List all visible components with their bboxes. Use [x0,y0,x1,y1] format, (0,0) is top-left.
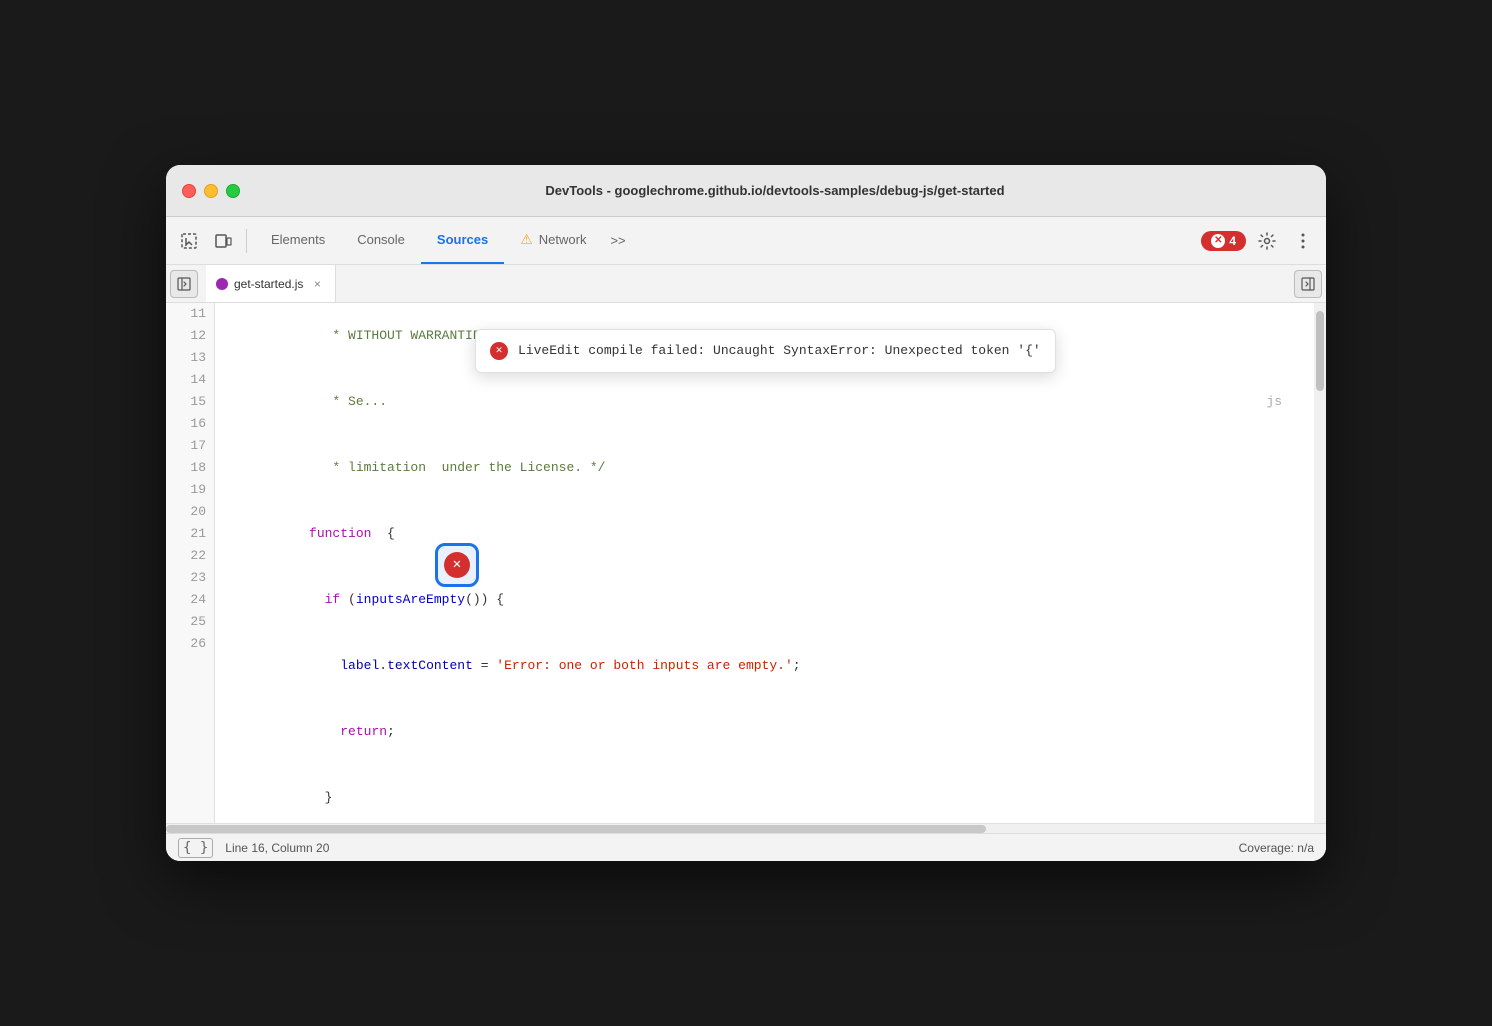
inline-error-icon: ✕ [444,552,470,578]
error-badge[interactable]: ✕ 4 [1201,231,1246,251]
more-tabs-button[interactable]: >> [602,217,633,264]
tab-network[interactable]: ⚠ Network [504,217,602,264]
error-x-icon: ✕ [1211,234,1225,248]
sidebar-toggle-button[interactable] [170,270,198,298]
coverage-status: Coverage: n/a [1239,841,1314,855]
statusbar: { } Line 16, Column 20 Coverage: n/a [166,833,1326,861]
collapse-right-button[interactable] [1294,270,1322,298]
file-tab-close-button[interactable]: × [309,276,325,292]
horizontal-scrollbar-thumb[interactable] [166,825,986,833]
scrollbar-thumb[interactable] [1316,311,1324,391]
pretty-print-icon[interactable]: { } [178,838,213,858]
line-num-11: 11 [166,303,214,325]
line-num-19: 19 [166,479,214,501]
line-num-16: 16 [166,413,214,435]
line-num-21: 21 [166,523,214,545]
more-options-icon[interactable] [1288,226,1318,256]
settings-icon[interactable] [1252,226,1282,256]
code-line-17: return; [215,699,1314,765]
line-num-20: 20 [166,501,214,523]
toolbar-right: ✕ 4 [1201,226,1318,256]
line-num-18: 18 [166,457,214,479]
line-num-26: 26 [166,633,214,655]
line-numbers: 11 12 13 14 15 16 17 18 19 20 21 22 23 2… [166,303,215,823]
file-tabs-bar: get-started.js × [166,265,1326,303]
file-tab-color-dot [216,278,228,290]
line-num-13: 13 [166,347,214,369]
tab-elements[interactable]: Elements [255,217,341,264]
devtools-body: Elements Console Sources ⚠ Network >> ✕ [166,217,1326,861]
code-line-14: function { [215,501,1314,567]
inspector-icon[interactable] [174,226,204,256]
code-line-16: label.textContent = 'Error: one or both … [215,633,1314,699]
titlebar: DevTools - googlechrome.github.io/devtoo… [166,165,1326,217]
code-line-18: } [215,765,1314,823]
line-num-25: 25 [166,611,214,633]
line-num-12: 12 [166,325,214,347]
line-num-17: 17 [166,435,214,457]
statusbar-right: Coverage: n/a [1239,841,1314,855]
tab-console[interactable]: Console [341,217,421,264]
close-button[interactable] [182,184,196,198]
code-editor[interactable]: ✕ LiveEdit compile failed: Uncaught Synt… [215,303,1314,823]
window-title: DevTools - googlechrome.github.io/devtoo… [240,183,1310,198]
traffic-lights [182,184,240,198]
code-line-15: if (inputsAreEmpty()) { [215,567,1314,633]
devtools-window: DevTools - googlechrome.github.io/devtoo… [166,165,1326,861]
code-line-12: * Se...js [215,369,1314,435]
line-num-24: 24 [166,589,214,611]
tab-sources[interactable]: Sources [421,217,504,264]
line-num-22: 22 [166,545,214,567]
warning-icon: ⚠ [520,231,533,248]
main-tabs: Elements Console Sources ⚠ Network >> [255,217,634,264]
statusbar-left: { } Line 16, Column 20 [178,838,329,858]
error-tooltip-icon: ✕ [490,342,508,360]
maximize-button[interactable] [226,184,240,198]
editor-area: 11 12 13 14 15 16 17 18 19 20 21 22 23 2… [166,303,1326,823]
line-num-15: 15 [166,391,214,413]
line-num-23: 23 [166,567,214,589]
code-line-13: * limitation under the License. */ [215,435,1314,501]
inline-error-marker: ✕ [435,543,479,587]
main-toolbar: Elements Console Sources ⚠ Network >> ✕ [166,217,1326,265]
file-tab-get-started[interactable]: get-started.js × [206,265,336,302]
file-tab-name: get-started.js [234,277,303,291]
device-toolbar-icon[interactable] [208,226,238,256]
cursor-position: Line 16, Column 20 [225,841,329,855]
error-tooltip: ✕ LiveEdit compile failed: Uncaught Synt… [475,329,1056,373]
line-num-14: 14 [166,369,214,391]
error-tooltip-message: LiveEdit compile failed: Uncaught Syntax… [518,340,1041,362]
minimize-button[interactable] [204,184,218,198]
vertical-scrollbar[interactable] [1314,303,1326,823]
horizontal-scrollbar[interactable] [166,823,1326,833]
toolbar-divider-1 [246,229,247,253]
